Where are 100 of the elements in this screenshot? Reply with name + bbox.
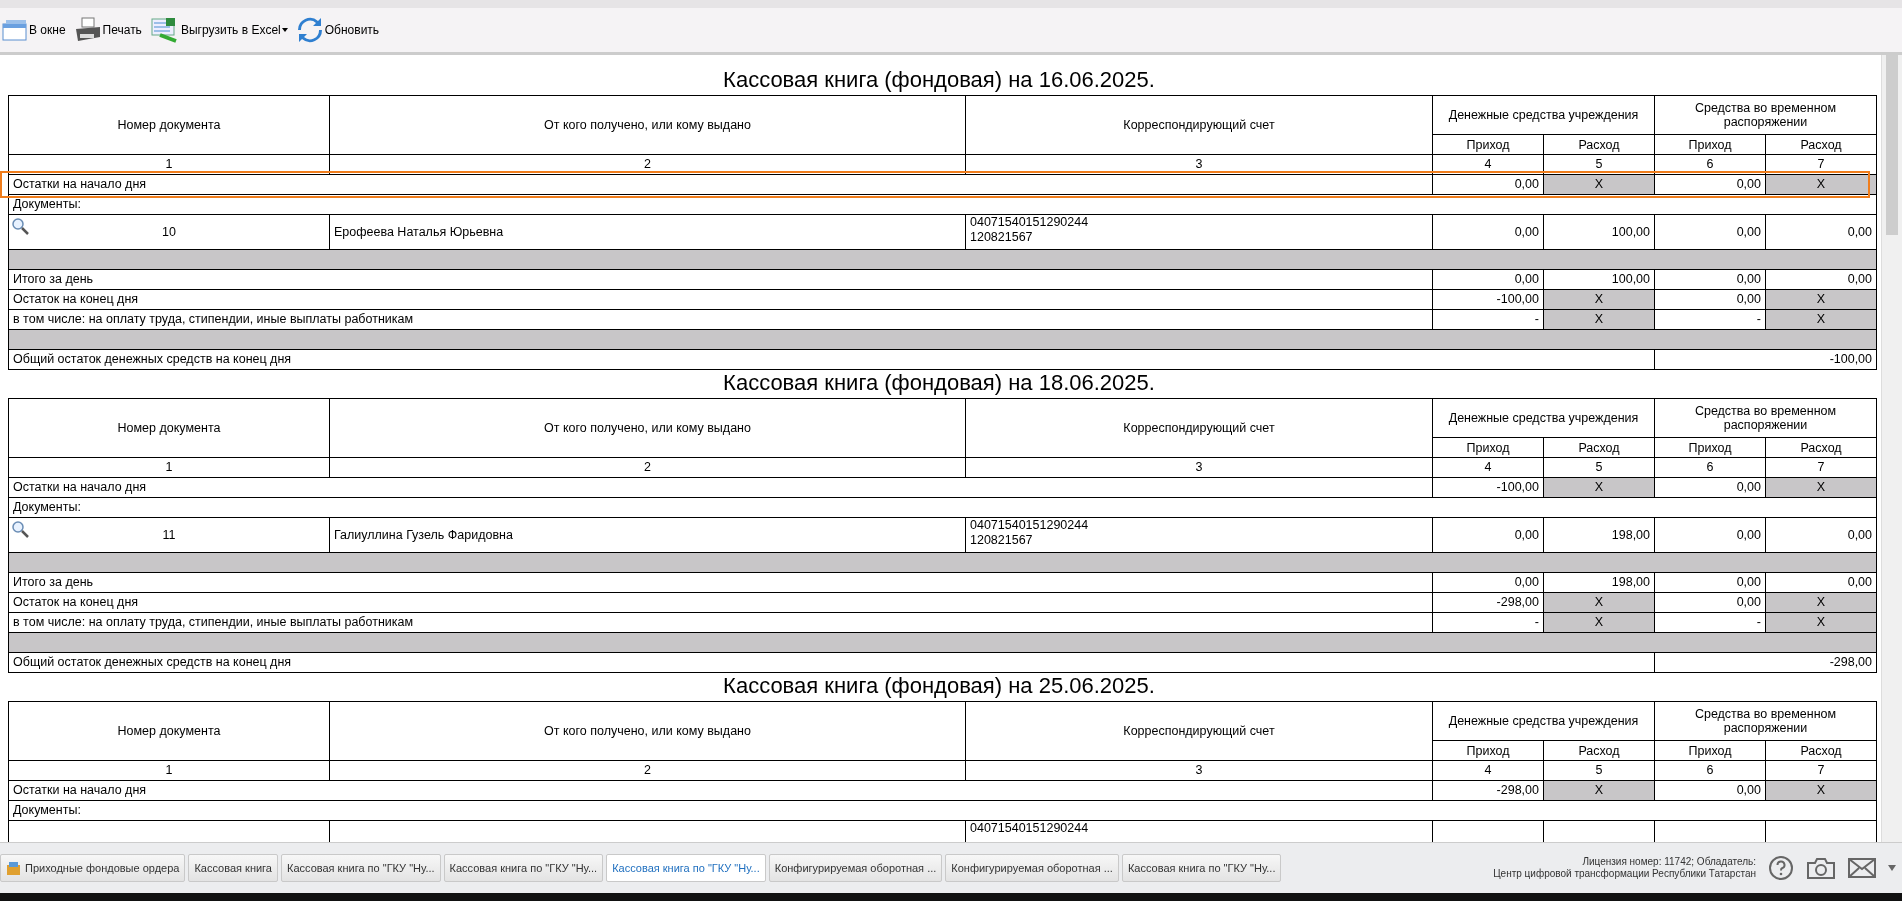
column-number: 4 (1432, 154, 1544, 175)
table-cell: 0,00 (1432, 174, 1544, 195)
table-cell: -298,00 (1654, 652, 1877, 673)
column-header: Денежные средства учреждения (1432, 701, 1655, 741)
spreadsheet-export-icon (149, 17, 180, 43)
toolbar-button[interactable]: Обновить (293, 16, 382, 44)
column-header: От кого получено, или кому выдано (329, 398, 966, 458)
window-tab[interactable]: Кассовая книга по "ГКУ "Ну... (1121, 854, 1282, 882)
column-number: 4 (1432, 760, 1544, 781)
table-cell: -298,00 (1432, 592, 1544, 613)
table-cell: 0,00 (1765, 517, 1877, 553)
caret-icon[interactable] (1888, 865, 1896, 871)
row-label: Общий остаток денежных средств на конец дня (8, 652, 1655, 673)
toolbar-button[interactable]: В окне (0, 18, 68, 42)
column-number: 6 (1654, 154, 1766, 175)
column-number: 3 (965, 457, 1433, 478)
column-number: 1 (8, 457, 330, 478)
table-cell: 0,00 (1432, 214, 1544, 250)
column-header: Расход (1765, 740, 1877, 761)
camera-icon[interactable] (1806, 855, 1836, 881)
column-number: 7 (1765, 760, 1877, 781)
window-tab[interactable]: Кассовая книга по "ГКУ "Ну... (281, 854, 441, 882)
row-label: Остаток на конец дня (8, 289, 1433, 310)
table-cell: 04071540151290244 120821567 (965, 517, 1433, 553)
row-label: Остатки на начало дня (8, 174, 1433, 195)
column-number: 2 (329, 154, 966, 175)
column-header: Денежные средства учреждения (1432, 398, 1655, 438)
table-cell: -100,00 (1432, 477, 1544, 498)
magnifier-icon[interactable] (11, 520, 29, 538)
row-label: Остатки на начало дня (8, 477, 1433, 498)
table-cell: 0,00 (1654, 174, 1766, 195)
toolbar-button[interactable]: Печать (71, 17, 144, 43)
scrollbar-thumb[interactable] (1886, 55, 1898, 235)
row-label: Общий остаток денежных средств на конец дня (8, 349, 1655, 370)
column-number: 2 (329, 457, 966, 478)
report-title: Кассовая книга (фондовая) на 18.06.2025. (723, 370, 1155, 396)
table-cell: 198,00 (1543, 572, 1655, 593)
column-header: Средства во временном распоряжении (1654, 95, 1877, 135)
table-cell: 0,00 (1654, 289, 1766, 310)
window-tab[interactable]: Кассовая книга по "ГКУ "Ну... (606, 854, 766, 882)
section-label: Документы: (8, 800, 1877, 821)
table-cell: 10 (162, 224, 176, 239)
column-header: Номер документа (8, 701, 330, 761)
column-header: Корреспондирующий счет (965, 701, 1433, 761)
table-cell: 0,00 (1765, 269, 1877, 290)
column-number: 6 (1654, 760, 1766, 781)
window-tab[interactable]: Конфигурируемая оборотная ... (945, 854, 1119, 882)
column-header: Расход (1765, 437, 1877, 458)
column-number: 5 (1543, 760, 1655, 781)
row-label: Остаток на конец дня (8, 592, 1433, 613)
table-cell: 0,00 (1654, 214, 1766, 250)
column-header: Корреспондирующий счет (965, 95, 1433, 155)
table-cell: 0,00 (1654, 572, 1766, 593)
section-label: Документы: (8, 497, 1877, 518)
table-cell: 0,00 (1654, 477, 1766, 498)
toolbar-button[interactable]: Выгрузить в Excel (147, 17, 290, 43)
column-header: Корреспондирующий счет (965, 398, 1433, 458)
printer-icon (73, 17, 102, 43)
window-tab[interactable]: Кассовая книга (188, 854, 278, 882)
table-cell: - (1654, 309, 1766, 330)
column-header: Расход (1765, 134, 1877, 155)
table-cell: 0,00 (1432, 517, 1544, 553)
table-cell: 0,00 (1765, 572, 1877, 593)
column-number: 5 (1543, 457, 1655, 478)
column-number: 3 (965, 760, 1433, 781)
row-label: Остатки на начало дня (8, 780, 1433, 801)
column-number: 1 (8, 760, 330, 781)
table-cell: - (1654, 612, 1766, 633)
table-cell: - (1432, 612, 1544, 633)
column-header: Расход (1543, 437, 1655, 458)
report-title: Кассовая книга (фондовая) на 25.06.2025. (723, 673, 1155, 699)
table-cell: Галиуллина Гузель Фаридовна (334, 527, 513, 542)
table-cell: 100,00 (1543, 214, 1655, 250)
column-header: Приход (1654, 740, 1766, 761)
column-header: Средства во временном распоряжении (1654, 398, 1877, 438)
magnifier-icon[interactable] (11, 217, 29, 235)
column-header: Номер документа (8, 398, 330, 458)
table-cell: 11 (162, 527, 176, 542)
window-tab[interactable]: Кассовая книга по "ГКУ "Ну... (443, 854, 604, 882)
help-icon[interactable] (1768, 855, 1794, 881)
mail-icon[interactable] (1848, 857, 1876, 879)
column-number: 1 (8, 154, 330, 175)
column-header: От кого получено, или кому выдано (329, 701, 966, 761)
window-tab[interactable]: Конфигурируемая оборотная ... (768, 854, 943, 882)
column-header: Приход (1654, 437, 1766, 458)
table-cell: 0,00 (1654, 517, 1766, 553)
table-cell: 0,00 (1432, 572, 1544, 593)
row-label: в том числе: на оплату труда, стипендии, иные выплаты работникам (8, 309, 1433, 330)
report-title: Кассовая книга (фондовая) на 16.06.2025. (723, 67, 1155, 93)
table-cell: -100,00 (1654, 349, 1877, 370)
table-cell: 0,00 (1432, 269, 1544, 290)
row-label: Итого за день (8, 572, 1433, 593)
column-number: 2 (329, 760, 966, 781)
section-label: Документы: (8, 194, 1877, 215)
window-tab[interactable]: Приходные фондовые ордера (0, 854, 186, 882)
column-number: 7 (1765, 457, 1877, 478)
column-header: Приход (1432, 740, 1544, 761)
column-header: Номер документа (8, 95, 330, 155)
table-cell: -298,00 (1432, 780, 1544, 801)
row-label: в том числе: на оплату труда, стипендии, иные выплаты работникам (8, 612, 1433, 633)
